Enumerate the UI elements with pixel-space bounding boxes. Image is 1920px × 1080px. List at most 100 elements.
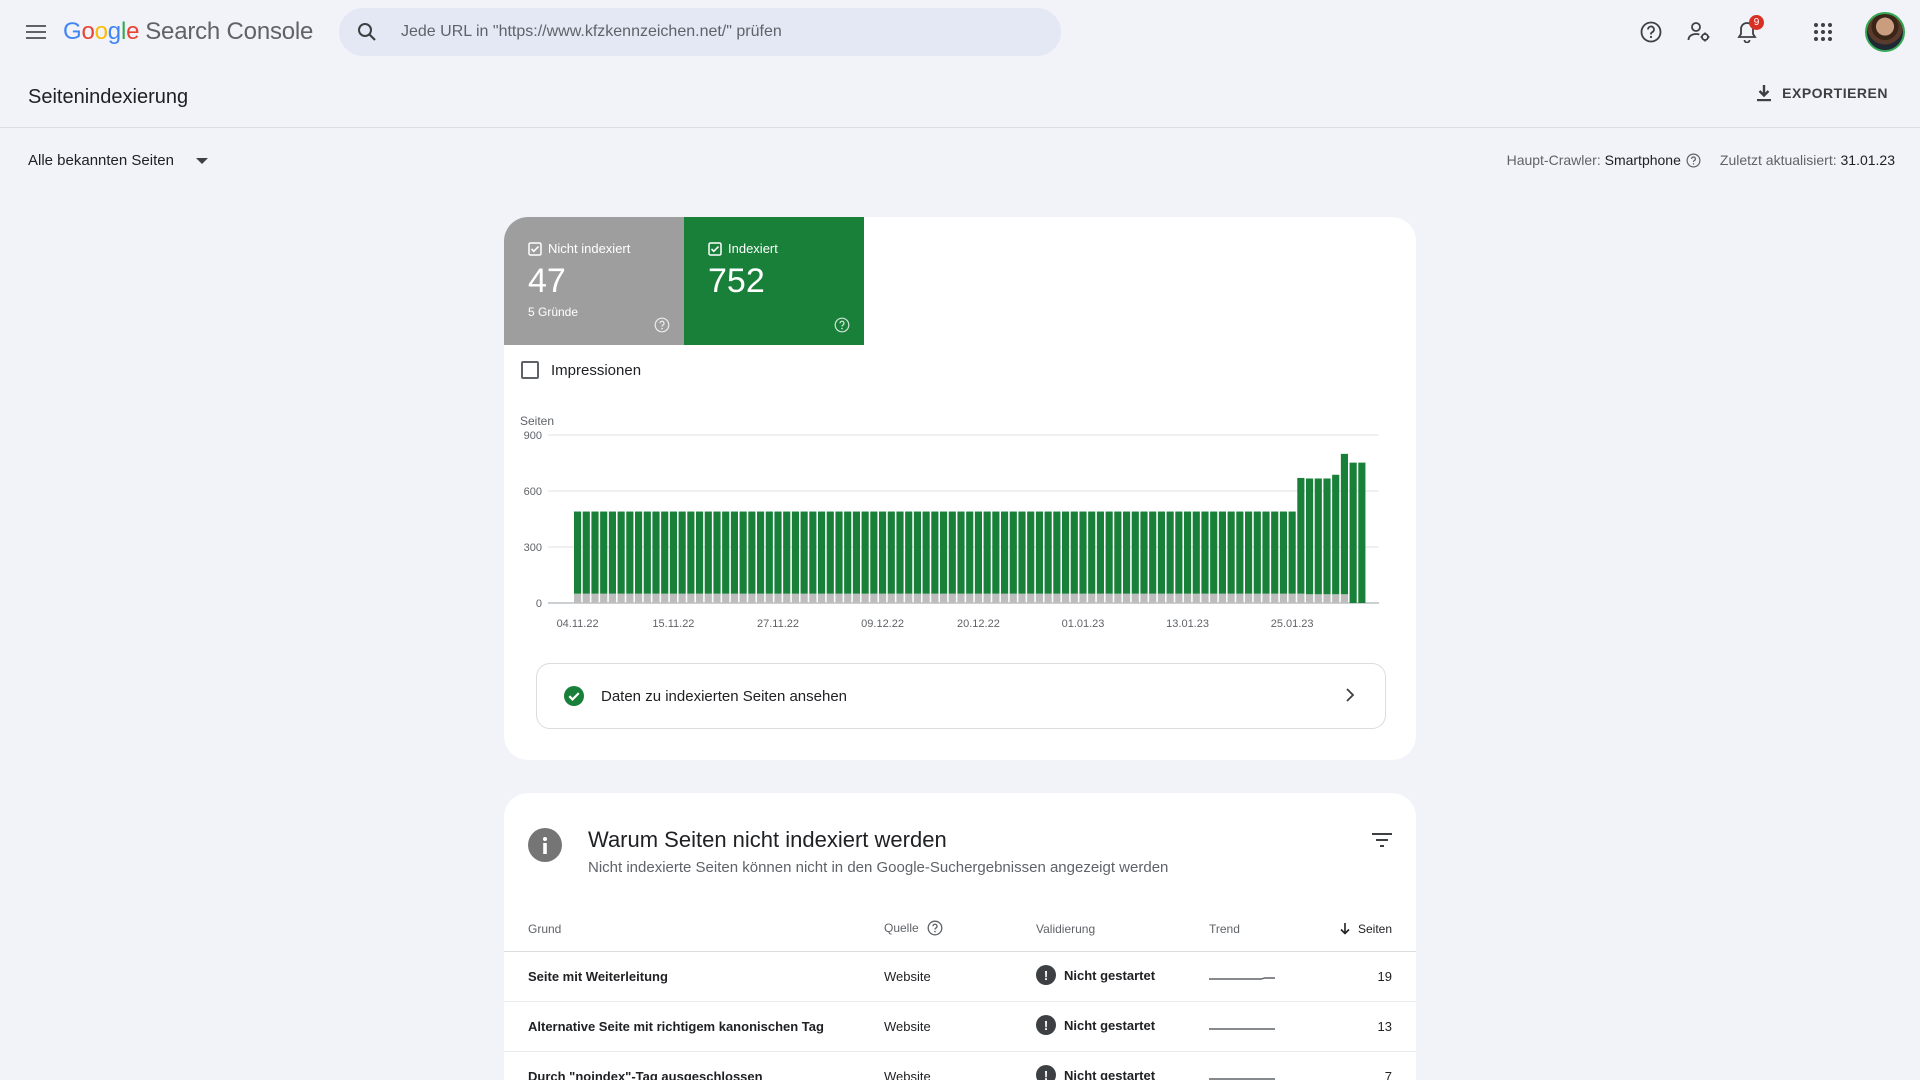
indexed-bar	[826, 511, 834, 594]
hamburger-menu-icon[interactable]	[20, 16, 52, 48]
page-header: Seitenindexierung EXPORTIEREN	[0, 64, 1920, 128]
logo-letter: g	[107, 18, 121, 45]
not-indexed-bar	[1279, 593, 1288, 603]
not-indexed-bar	[1210, 593, 1218, 603]
not-indexed-bar	[757, 593, 765, 603]
indexed-bar	[974, 511, 983, 594]
source-cell: Website	[884, 1069, 931, 1080]
view-indexed-pages-link[interactable]: Daten zu indexierten Seiten ansehen	[536, 663, 1386, 729]
reason-cell: Alternative Seite mit richtigem kanonisc…	[528, 1019, 824, 1034]
account-avatar[interactable]	[1865, 12, 1905, 52]
table-row[interactable]: Durch "noindex"-Tag ausgeschlossen Websi…	[504, 1052, 1416, 1080]
not-indexed-bar	[1323, 594, 1331, 603]
pages-selector-dropdown[interactable]: Alle bekannten Seiten	[28, 152, 208, 169]
filter-icon[interactable]	[1372, 833, 1392, 852]
indexed-bar	[940, 511, 948, 594]
not-indexed-bar	[783, 593, 791, 603]
help-icon[interactable]	[654, 317, 670, 333]
indexed-bar	[1271, 511, 1279, 594]
apps-grid-icon[interactable]	[1799, 8, 1847, 56]
not-indexed-bar	[1079, 593, 1087, 603]
reason-cell: Seite mit Weiterleitung	[528, 969, 668, 984]
indexed-bar	[1323, 478, 1331, 595]
url-inspection-input[interactable]	[401, 23, 1041, 41]
not-indexed-tile[interactable]: Nicht indexiert 47 5 Gründe	[504, 217, 684, 345]
indexed-bar	[608, 511, 617, 594]
download-icon	[1757, 85, 1772, 102]
indexed-bar	[1018, 511, 1026, 594]
indexed-bar	[800, 511, 808, 594]
not-indexed-bar	[905, 593, 913, 603]
not-indexed-bar	[1245, 593, 1253, 603]
search-icon[interactable]	[343, 8, 391, 56]
not-indexed-bar	[1149, 593, 1157, 603]
not-indexed-bar	[1262, 593, 1270, 603]
not-indexed-bar	[1192, 593, 1200, 603]
not-indexed-bar	[713, 593, 721, 603]
indexed-bar	[913, 511, 922, 594]
column-header-trend: Trend	[1209, 922, 1240, 936]
logo-letter: e	[126, 18, 140, 45]
crawler-help-icon[interactable]	[1686, 153, 1701, 168]
indexed-bar	[591, 511, 599, 594]
table-row[interactable]: Seite mit Weiterleitung Website ! Nicht g…	[504, 952, 1416, 1002]
not-indexed-bar	[1297, 593, 1305, 603]
column-header-reason[interactable]: Grund	[528, 922, 561, 936]
not-indexed-bar	[730, 593, 739, 603]
user-settings-icon[interactable]	[1675, 8, 1723, 56]
not-indexed-bar	[1340, 594, 1349, 603]
not-indexed-bar	[1053, 593, 1061, 603]
indexed-bar	[1096, 511, 1105, 594]
not-indexed-bar	[940, 593, 948, 603]
alert-icon: !	[1036, 1065, 1056, 1080]
help-icon[interactable]	[927, 920, 943, 936]
export-button[interactable]: EXPORTIEREN	[1756, 84, 1888, 102]
column-header-validation[interactable]: Validierung	[1036, 922, 1095, 936]
not-indexed-bar	[617, 593, 625, 603]
indexed-bar	[626, 511, 634, 594]
indexed-bar	[1044, 511, 1052, 594]
indexed-bar	[896, 511, 904, 594]
column-header-pages[interactable]: Seiten	[1340, 922, 1392, 936]
indexed-count: 752	[708, 262, 765, 300]
not-indexed-bar	[1062, 593, 1070, 603]
page-title: Seitenindexierung	[28, 86, 189, 108]
top-app-bar: GoogleSearch Console 9	[0, 0, 1920, 64]
impressions-checkbox[interactable]: Impressionen	[521, 361, 641, 379]
updated-value: 31.01.23	[1840, 152, 1896, 168]
indexed-bar	[643, 511, 651, 594]
y-tick-label: 900	[524, 430, 542, 442]
pages-selector-value: Alle bekannten Seiten	[28, 152, 174, 169]
column-header-source[interactable]: Quelle	[884, 920, 943, 936]
dropdown-arrow-icon	[195, 157, 208, 164]
not-indexed-bar	[791, 593, 800, 603]
indexed-bar	[1105, 511, 1113, 594]
indexed-tile[interactable]: Indexiert 752	[684, 217, 864, 345]
indexed-bar	[1070, 511, 1078, 594]
indexed-bar	[870, 511, 878, 594]
table-row[interactable]: Alternative Seite mit richtigem kanonisc…	[504, 1002, 1416, 1052]
not-indexed-bar	[1088, 593, 1096, 603]
not-indexed-bar	[1236, 593, 1244, 603]
pages-count-cell: 7	[1384, 1069, 1392, 1080]
indexed-bar	[1175, 511, 1183, 594]
notifications-icon[interactable]: 9	[1723, 8, 1771, 56]
not-indexed-bar	[966, 593, 974, 603]
help-icon[interactable]	[1627, 8, 1675, 56]
indexed-bar	[966, 511, 974, 594]
not-indexed-bar	[626, 593, 634, 603]
search-console-logo[interactable]: Google Search Console	[63, 18, 313, 46]
not-indexed-bar	[1070, 593, 1078, 603]
indexing-chart-svg: Seiten 0 300 600 900 04.11.22 15.11.22 27.11.22…	[520, 414, 1379, 630]
trend-sparkline	[1209, 1020, 1275, 1035]
indexed-bar	[739, 511, 747, 594]
not-indexed-reasons: 5 Gründe	[528, 305, 579, 319]
indexed-bar	[774, 511, 782, 594]
not-indexed-bar	[1105, 593, 1113, 603]
chevron-right-icon	[1346, 688, 1355, 702]
url-inspection-search[interactable]	[339, 8, 1061, 56]
not-indexed-reasons-card: Warum Seiten nicht indexiert werden Nich…	[504, 793, 1416, 1080]
indexed-bar	[765, 511, 773, 594]
product-name: Search Console	[145, 18, 314, 45]
help-icon[interactable]	[834, 317, 850, 333]
